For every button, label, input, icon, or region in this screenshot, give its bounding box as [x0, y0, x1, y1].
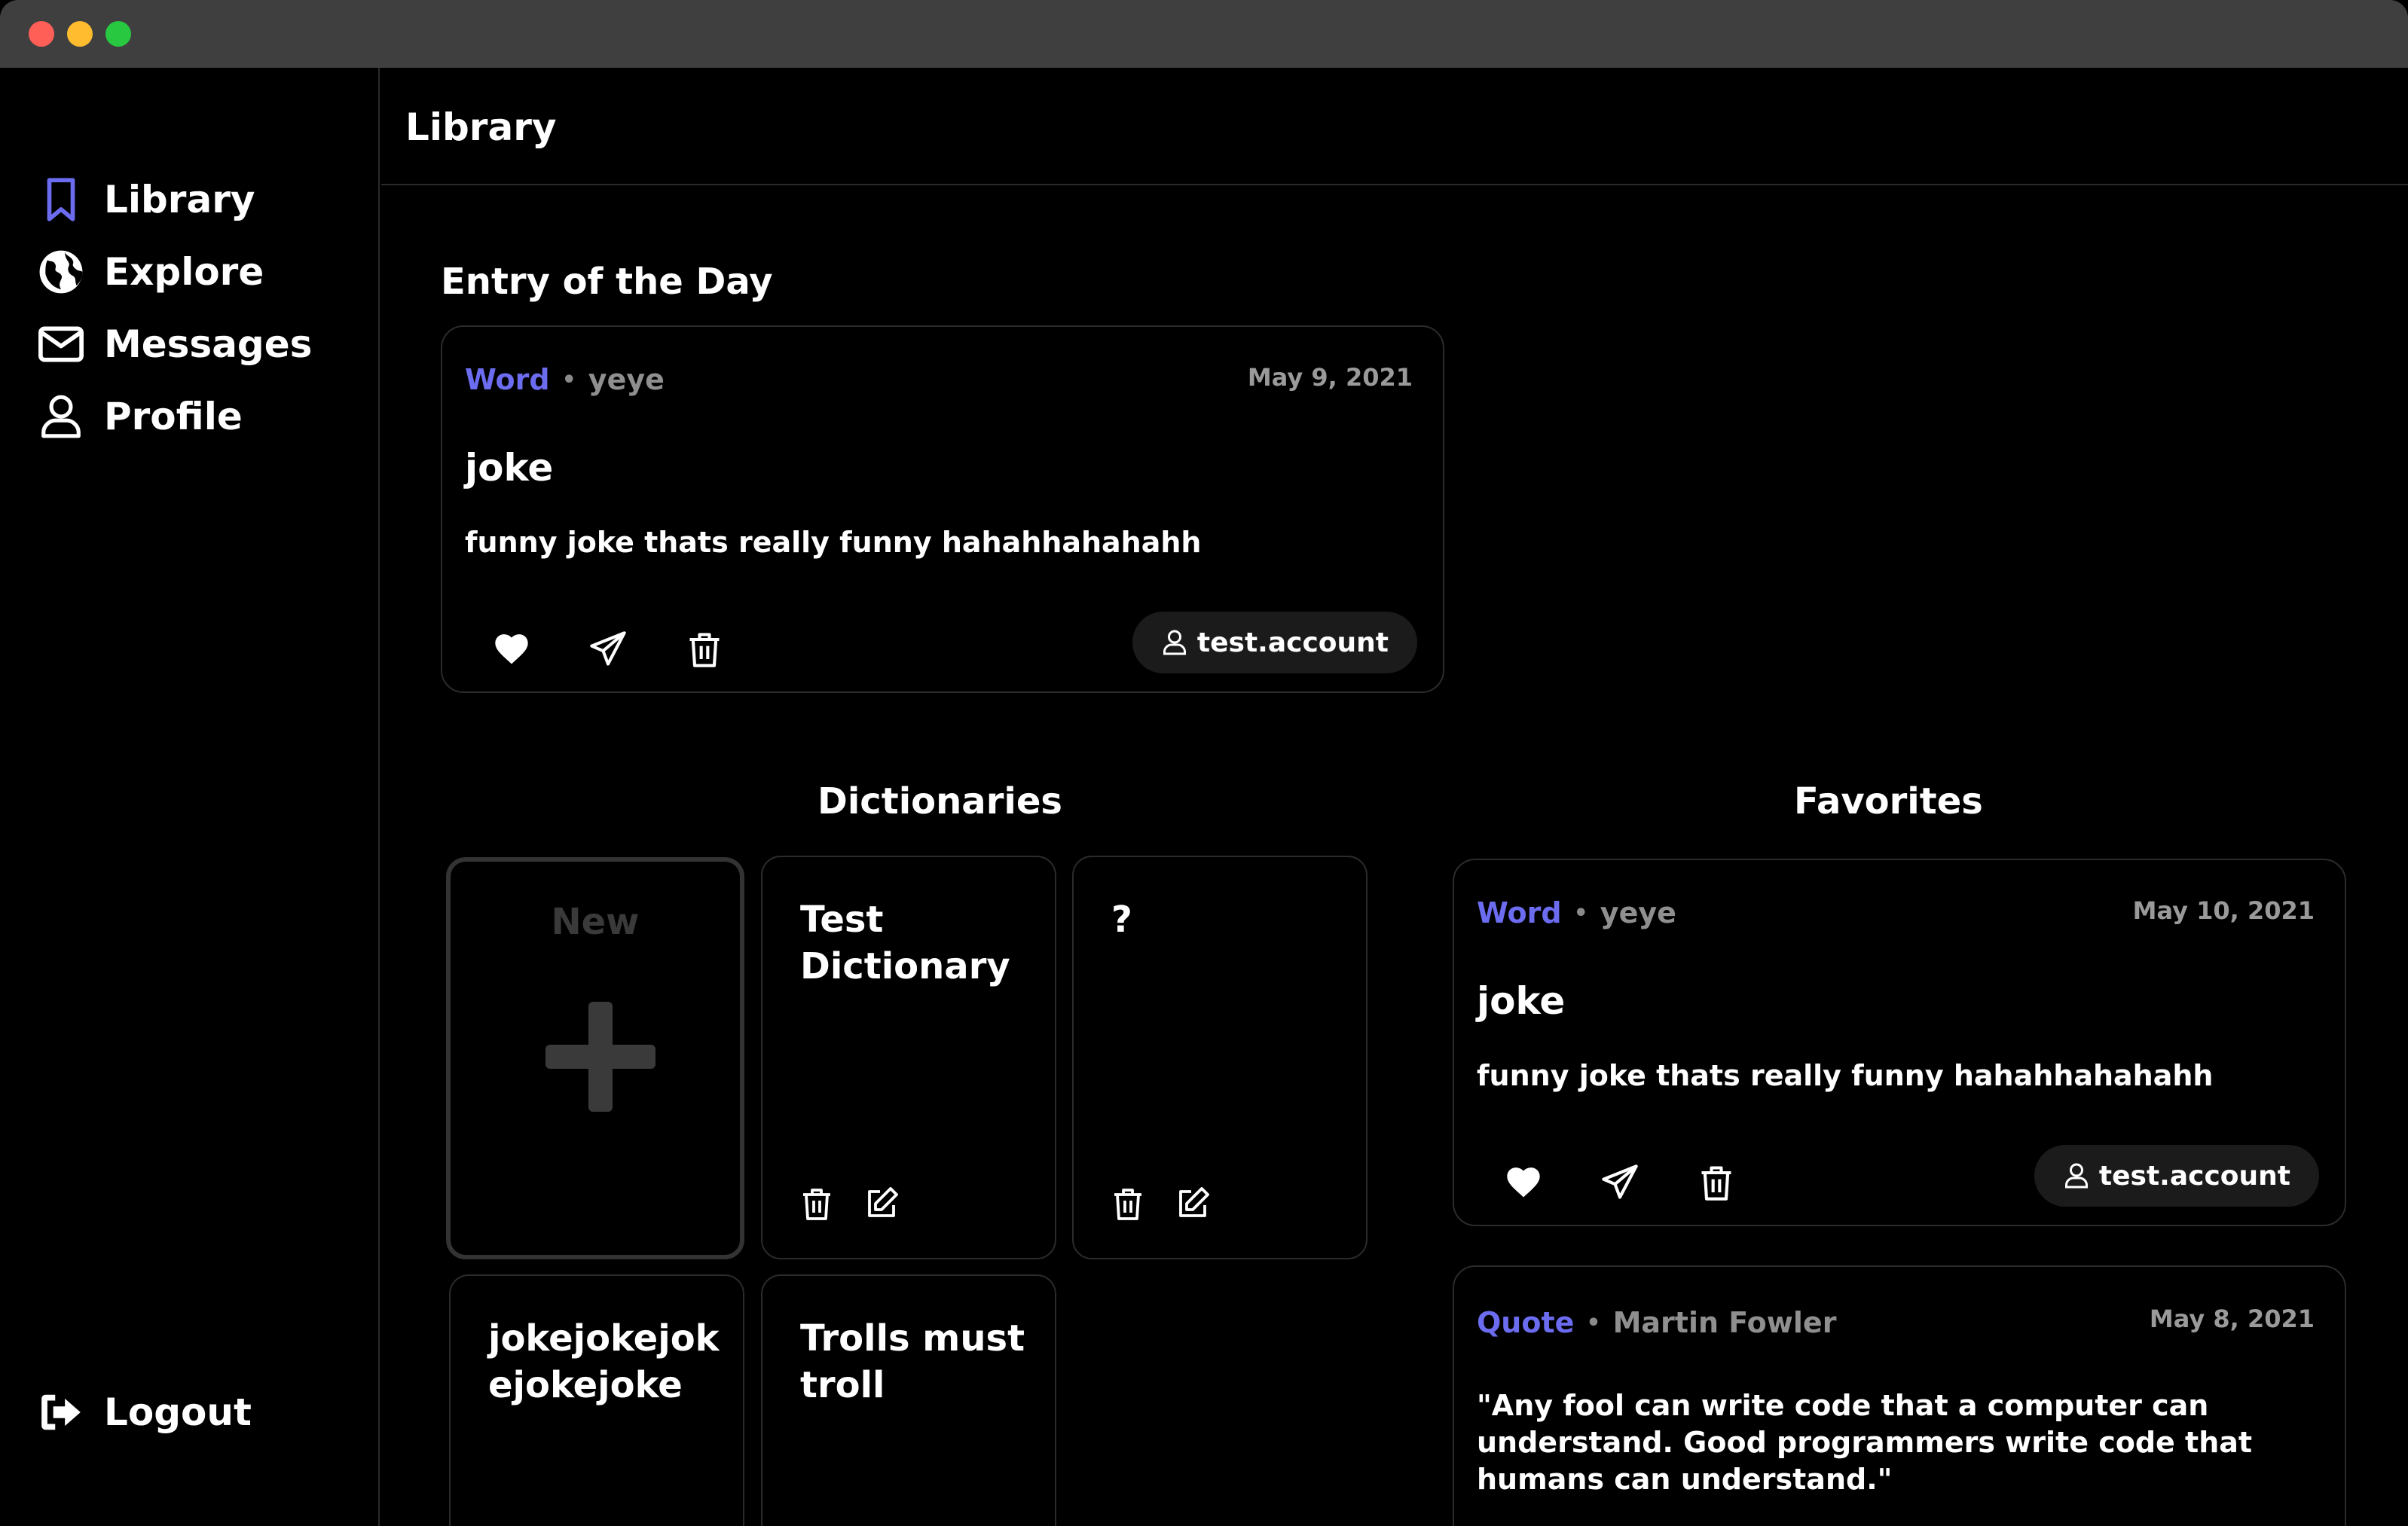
separator-dot: • — [1573, 899, 1588, 926]
entry-actions — [492, 630, 724, 669]
globe-icon — [39, 250, 83, 294]
user-icon — [2064, 1163, 2088, 1189]
user-badge-name: test.account — [1196, 627, 1389, 658]
dictionary-card[interactable]: jokejokejok ejokejoke — [449, 1274, 744, 1526]
dictionary-title: jokejokejok ejokejoke — [488, 1317, 720, 1406]
sidebar: Library Explore Messages Profile Logout — [0, 68, 380, 1526]
user-badge-name: test.account — [2098, 1160, 2290, 1192]
favorites-title: Favorites — [1794, 780, 1983, 823]
dictionary-card[interactable]: ? — [1072, 856, 1367, 1259]
user-badge[interactable]: test.account — [1132, 612, 1417, 673]
entry-meta: Quote • Martin Fowler — [1477, 1306, 1836, 1339]
sidebar-item-explore[interactable]: Explore — [38, 249, 264, 295]
dictionary-title: ? — [1111, 899, 1132, 941]
heart-icon[interactable] — [492, 630, 531, 669]
trash-icon[interactable] — [1697, 1163, 1736, 1202]
sidebar-item-label: Messages — [104, 322, 313, 366]
user-icon — [1163, 630, 1186, 655]
minimize-window-button[interactable] — [67, 21, 93, 47]
entry-meta: Word • yeye — [1477, 896, 1676, 929]
sidebar-item-profile[interactable]: Profile — [38, 393, 243, 440]
send-icon[interactable] — [588, 630, 628, 669]
separator-dot: • — [561, 366, 576, 393]
plus-icon — [545, 1002, 655, 1112]
dictionary-card[interactable]: Test Dictionary — [761, 856, 1056, 1259]
quote-text: "Any fool can write code that a computer… — [1477, 1389, 2253, 1496]
dictionary-title: Trolls must troll — [800, 1317, 1025, 1406]
entry-actions — [1504, 1163, 1736, 1202]
entry-definition: funny joke thats really funny hahahhahah… — [465, 526, 1202, 559]
sign-out-icon — [41, 1394, 81, 1430]
new-dictionary-label: New — [551, 901, 640, 943]
entry-meta: Word • yeye — [465, 363, 665, 396]
dictionary-tools — [1110, 1186, 1211, 1222]
favorite-card: Word • yeye May 10, 2021 joke funny joke… — [1453, 859, 2346, 1226]
user-badge[interactable]: test.account — [2034, 1145, 2319, 1207]
entry-of-day-title: Entry of the Day — [441, 261, 773, 303]
sidebar-item-label: Explore — [104, 250, 264, 294]
page-title: Library — [405, 105, 557, 149]
page-header: Library — [381, 68, 2408, 185]
favorite-card: Quote • Martin Fowler May 8, 2021 "Any f… — [1453, 1265, 2346, 1526]
entry-term: joke — [465, 446, 554, 490]
window-titlebar — [0, 0, 2408, 68]
trash-icon[interactable] — [1110, 1186, 1146, 1222]
entry-date: May 9, 2021 — [1247, 363, 1413, 392]
entry-definition: funny joke thats really funny hahahhahah… — [1477, 1059, 2214, 1092]
separator-dot: • — [1586, 1309, 1601, 1336]
entry-type: Word — [465, 363, 550, 396]
entry-author: yeye — [1600, 896, 1676, 929]
bookmark-icon — [47, 178, 75, 221]
maximize-window-button[interactable] — [105, 21, 131, 47]
envelope-icon — [38, 326, 84, 362]
entry-author: yeye — [588, 363, 665, 396]
sidebar-item-messages[interactable]: Messages — [38, 321, 312, 368]
logout-label: Logout — [104, 1390, 252, 1434]
new-dictionary-button[interactable]: New — [446, 857, 744, 1259]
entry-author: Martin Fowler — [1612, 1306, 1837, 1339]
logout-button[interactable]: Logout — [38, 1389, 252, 1436]
sidebar-item-label: Profile — [104, 395, 243, 438]
entry-type: Quote — [1477, 1306, 1575, 1339]
trash-icon[interactable] — [799, 1186, 835, 1222]
edit-icon[interactable] — [1175, 1186, 1211, 1222]
trash-icon[interactable] — [685, 630, 724, 669]
entry-date: May 8, 2021 — [2149, 1305, 2315, 1333]
close-window-button[interactable] — [29, 21, 54, 47]
sidebar-item-label: Library — [104, 178, 255, 221]
dictionary-card[interactable]: Trolls must troll — [761, 1274, 1056, 1526]
entry-of-day-card: Word • yeye May 9, 2021 joke funny joke … — [441, 325, 1444, 693]
send-icon[interactable] — [1600, 1163, 1639, 1202]
user-icon — [41, 395, 81, 438]
dictionary-tools — [799, 1186, 900, 1222]
edit-icon[interactable] — [863, 1186, 900, 1222]
entry-type: Word — [1477, 896, 1562, 929]
entry-term: joke — [1477, 979, 1566, 1023]
heart-icon[interactable] — [1504, 1163, 1543, 1202]
dictionaries-title: Dictionaries — [817, 780, 1062, 823]
entry-date: May 10, 2021 — [2132, 896, 2315, 925]
dictionary-title: Test Dictionary — [800, 899, 1010, 987]
sidebar-item-library[interactable]: Library — [38, 176, 255, 223]
